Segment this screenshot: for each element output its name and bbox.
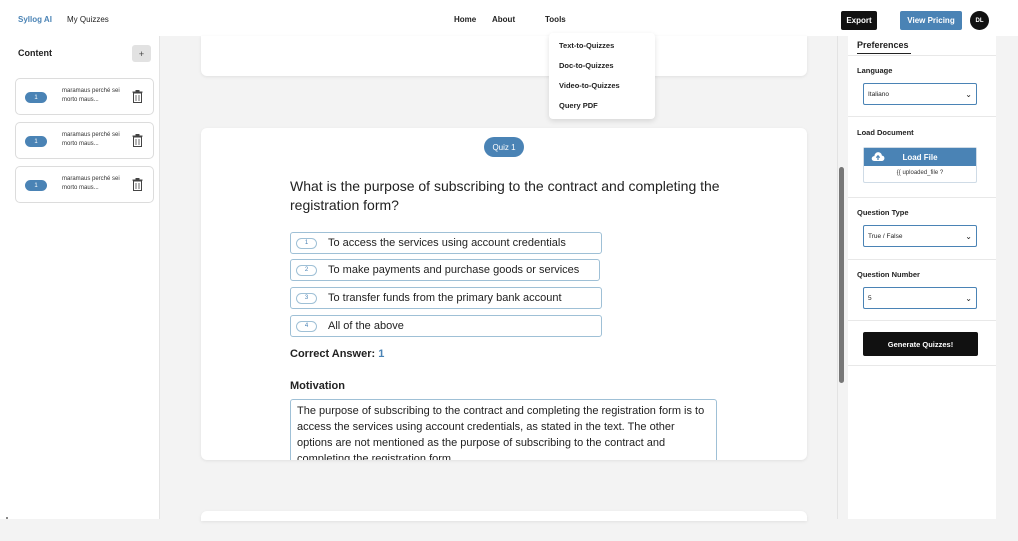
option-text: To make payments and purchase goods or s… — [328, 264, 580, 276]
correct-answer-value: 1 — [378, 348, 385, 360]
nav-my-quizzes[interactable]: My Quizzes — [67, 15, 109, 24]
motivation-text[interactable]: The purpose of subscribing to the contra… — [290, 399, 717, 460]
load-file-button[interactable]: Load File — [864, 148, 976, 166]
language-value: Italiano — [868, 90, 889, 98]
top-navbar: Syllog AI My Quizzes Home About Tools Ex… — [0, 0, 1018, 36]
trash-icon[interactable] — [132, 90, 143, 103]
item-title: maramaus perché sei morto maus... — [62, 132, 120, 147]
item-badge: 1 — [25, 136, 47, 147]
divider — [848, 259, 996, 260]
option-number: 3 — [296, 292, 317, 304]
option-text: To access the services using account cre… — [328, 237, 566, 249]
option-number: 4 — [296, 320, 317, 332]
correct-answer-label: Correct Answer: — [290, 348, 379, 360]
nav-about[interactable]: About — [492, 15, 515, 24]
view-pricing-button[interactable]: View Pricing — [900, 11, 962, 30]
cloud-upload-icon — [871, 152, 885, 161]
next-quiz-card — [201, 511, 807, 521]
motivation-heading: Motivation — [290, 380, 345, 392]
item-title: maramaus perché sei morto maus... — [62, 88, 120, 103]
corner-dot — [6, 517, 8, 519]
preferences-panel: Preferences Language Italiano ⌄ Load Doc… — [848, 36, 996, 519]
menu-item-query-pdf[interactable]: Query PDF — [559, 101, 598, 110]
sidebar-title: Content — [18, 48, 52, 58]
brand-logo[interactable]: Syllog AI — [18, 15, 52, 24]
divider — [848, 55, 996, 56]
sidebar-item[interactable]: 1 maramaus perché sei morto maus... — [15, 122, 154, 159]
add-content-button[interactable]: + — [132, 45, 151, 62]
question-number-value: 5 — [868, 294, 872, 302]
answer-option[interactable]: 4 All of the above — [290, 315, 602, 337]
chevron-down-icon: ⌄ — [965, 294, 972, 303]
chevron-down-icon: ⌄ — [965, 232, 972, 241]
nav-tools[interactable]: Tools — [545, 15, 566, 24]
question-type-label: Question Type — [857, 208, 909, 217]
question-number-select[interactable]: 5 ⌄ — [863, 287, 977, 309]
item-title: maramaus perché sei morto maus... — [62, 176, 120, 191]
load-document-label: Load Document — [857, 128, 914, 137]
divider — [848, 116, 996, 117]
menu-item-video-to-quizzes[interactable]: Video-to-Quizzes — [559, 81, 620, 90]
content-sidebar: Content + 1 maramaus perché sei morto ma… — [0, 36, 160, 519]
answer-option[interactable]: 3 To transfer funds from the primary ban… — [290, 287, 602, 309]
load-file-label: Load File — [902, 152, 938, 162]
menu-item-text-to-quizzes[interactable]: Text-to-Quizzes — [559, 41, 614, 50]
option-text: To transfer funds from the primary bank … — [328, 292, 562, 304]
option-number: 2 — [296, 264, 317, 276]
divider — [848, 365, 996, 366]
quiz-question: What is the purpose of subscribing to th… — [290, 178, 720, 213]
user-avatar[interactable]: DL — [970, 11, 989, 30]
language-label: Language — [857, 66, 893, 75]
item-badge: 1 — [25, 180, 47, 191]
generate-quizzes-button[interactable]: Generate Quizzes! — [863, 332, 978, 356]
menu-item-doc-to-quizzes[interactable]: Doc-to-Quizzes — [559, 61, 614, 70]
trash-icon[interactable] — [132, 178, 143, 191]
answer-option[interactable]: 1 To access the services using account c… — [290, 232, 602, 254]
quiz-card: Quiz 1 What is the purpose of subscribin… — [201, 128, 807, 460]
option-text: All of the above — [328, 320, 404, 332]
divider — [848, 320, 996, 321]
load-document-box: Load File {{ uploaded_file ? — [863, 147, 977, 183]
trash-icon[interactable] — [132, 134, 143, 147]
option-number: 1 — [296, 237, 317, 249]
question-type-value: True / False — [868, 232, 903, 240]
divider — [848, 197, 996, 198]
chevron-down-icon: ⌄ — [965, 90, 972, 99]
scrollbar-thumb[interactable] — [839, 167, 844, 383]
quiz-number-pill: Quiz 1 — [484, 137, 524, 157]
correct-answer: Correct Answer: 1 — [290, 348, 384, 360]
sidebar-item[interactable]: 1 maramaus perché sei morto maus... — [15, 78, 154, 115]
answer-option[interactable]: 2 To make payments and purchase goods or… — [290, 259, 600, 281]
tab-preferences[interactable]: Preferences — [857, 40, 911, 54]
item-badge: 1 — [25, 92, 47, 103]
language-select[interactable]: Italiano ⌄ — [863, 83, 977, 105]
previous-quiz-card — [201, 36, 807, 76]
sidebar-item[interactable]: 1 maramaus perché sei morto maus... — [15, 166, 154, 203]
question-type-select[interactable]: True / False ⌄ — [863, 225, 977, 247]
uploaded-file-name: {{ uploaded_file ? — [896, 170, 944, 176]
tools-dropdown-menu: Text-to-Quizzes Doc-to-Quizzes Video-to-… — [549, 33, 655, 119]
nav-home[interactable]: Home — [454, 15, 476, 24]
question-number-label: Question Number — [857, 270, 920, 279]
export-button[interactable]: Export — [841, 11, 877, 30]
